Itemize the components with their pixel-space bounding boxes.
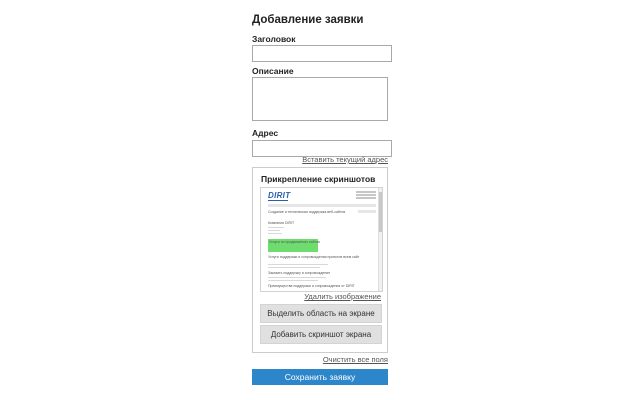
delete-image-link[interactable]: Удалить изображение (304, 292, 381, 301)
thumb-logo-underline (268, 200, 288, 201)
thumb-highlight-text: Услуги по продвижению сайтов (269, 240, 320, 244)
thumb-side-box (358, 210, 376, 213)
insert-address-link[interactable]: Вставить текущий адрес (302, 155, 388, 164)
thumb-text-line (268, 264, 328, 265)
thumb-text-line (268, 277, 326, 278)
screenshots-title: Прикрепление скриншотов (261, 174, 376, 184)
save-ticket-button[interactable]: Сохранить заявку (252, 369, 388, 385)
thumb-scrollbar-handle[interactable] (379, 192, 382, 232)
thumb-text-line (268, 267, 320, 268)
thumb-heading: Создание и техническая поддержка веб-сай… (268, 210, 346, 214)
add-screenshot-button[interactable]: Добавить скриншот экрана (260, 325, 382, 344)
clear-fields-link[interactable]: Очистить все поля (323, 355, 388, 364)
thumb-text-line (268, 227, 284, 228)
thumb-text-line (268, 280, 318, 281)
thumb-text-line (268, 230, 280, 231)
thumb-text-line (268, 233, 282, 234)
form-title: Добавление заявки (252, 14, 364, 26)
thumb-scrollbar[interactable] (378, 188, 382, 291)
thumb-section2: Услуги поддержки и сопровождения проекто… (268, 255, 360, 259)
thumb-logo: DIRIT (268, 191, 291, 200)
thumb-contact-info (356, 191, 376, 200)
description-label: Описание (252, 66, 294, 76)
select-area-button[interactable]: Выделить область на экране (260, 304, 382, 323)
thumb-section3: Заказать поддержку и сопровождение (268, 271, 331, 275)
screenshots-panel: Прикрепление скриншотов DIRIT Создание и… (252, 167, 388, 353)
thumb-section4: Преимущества поддержки и сопровождения о… (268, 284, 355, 288)
thumb-nav-bar (268, 204, 376, 207)
title-input[interactable] (252, 45, 392, 62)
address-label: Адрес (252, 128, 279, 138)
screenshot-thumbnail: DIRIT Создание и техническая поддержка в… (260, 187, 383, 292)
thumb-section1: Компания DIRIT (268, 221, 295, 225)
description-textarea[interactable] (252, 77, 388, 121)
title-label: Заголовок (252, 34, 296, 44)
